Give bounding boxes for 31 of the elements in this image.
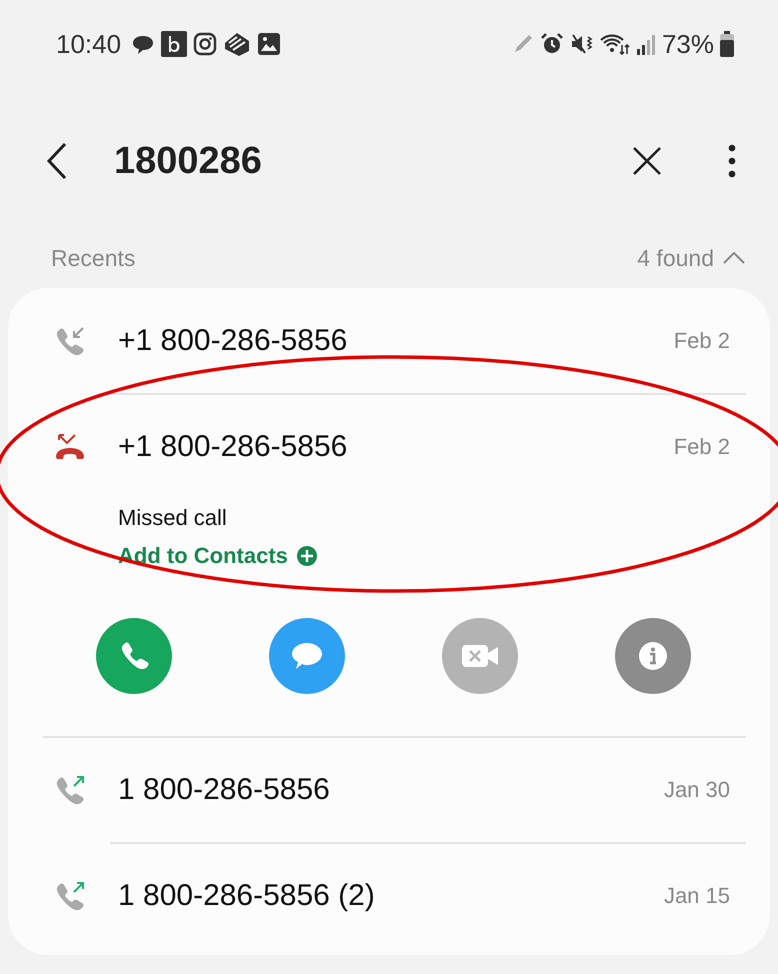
call-status: Missed call (118, 505, 227, 531)
wifi-icon (600, 32, 630, 56)
phone-number[interactable]: +1 800-286-5856 (118, 324, 348, 358)
call-date: Jan 30 (664, 777, 730, 803)
chevron-icon[interactable] (722, 251, 746, 265)
battery-percent: 73% (662, 28, 714, 60)
stack-icon (223, 31, 252, 57)
battery-icon (720, 31, 734, 57)
camera-outline-icon (193, 32, 218, 56)
back-icon[interactable] (46, 142, 68, 180)
chat-bubble-icon (290, 641, 324, 671)
image-icon (257, 32, 282, 56)
search-query[interactable]: 1800286 (114, 140, 632, 182)
phone-number[interactable]: 1 800-286-5856 (2) (118, 879, 375, 913)
call-date: Feb 2 (674, 328, 730, 354)
info-icon (638, 641, 668, 671)
phone-number[interactable]: 1 800-286-5856 (118, 773, 330, 807)
section-title: Recents (51, 244, 136, 272)
mute-vibrate-icon (570, 32, 594, 56)
signal-icon (636, 33, 656, 55)
alarm-icon (540, 32, 564, 56)
close-icon[interactable] (632, 146, 662, 176)
more-options-icon[interactable] (728, 144, 736, 178)
chat-bubble-icon (131, 33, 156, 55)
call-date: Jan 15 (664, 883, 730, 909)
call-date: Feb 2 (674, 434, 730, 460)
video-off-icon (461, 643, 499, 669)
status-time: 10:40 (56, 28, 122, 60)
phone-number[interactable]: +1 800-286-5856 (118, 430, 348, 464)
app-square-icon (161, 31, 188, 57)
plus-icon (296, 545, 318, 567)
